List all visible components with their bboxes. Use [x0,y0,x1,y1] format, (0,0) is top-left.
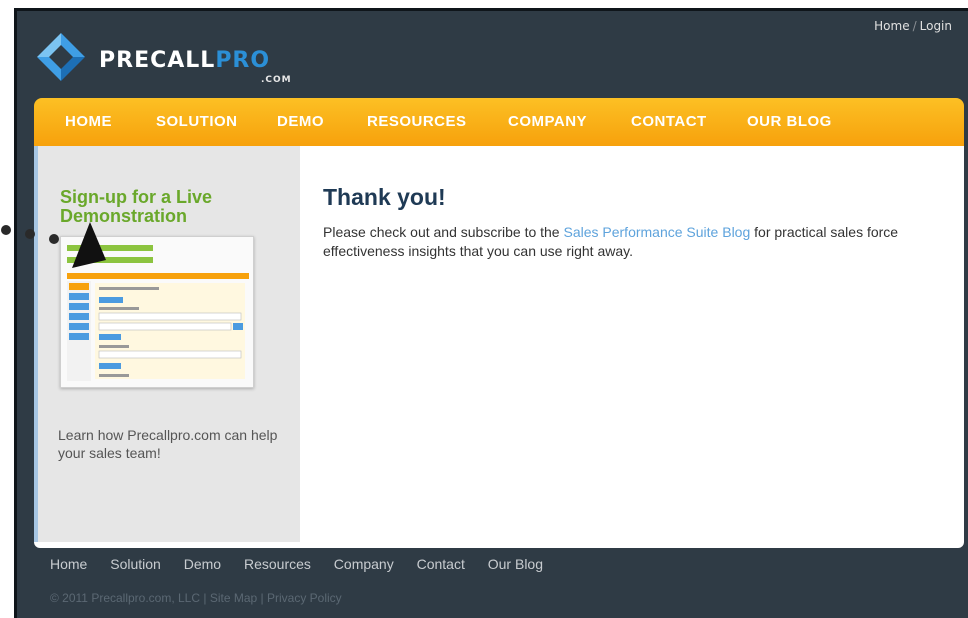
cursor-arrow-icon [72,222,106,268]
footer-nav: Home Solution Demo Resources Company Con… [50,556,562,572]
main-nav: HOME SOLUTION DEMO RESOURCES COMPANY CON… [34,98,964,146]
nav-item-resources[interactable]: RESOURCES [367,113,467,130]
footer-link-resources[interactable]: Resources [244,556,311,572]
footer-link-company[interactable]: Company [334,556,394,572]
content-area: Sign-up for a Live Demonstration Learn h… [34,146,964,542]
thank-you-message: Please check out and subscribe to the Sa… [323,223,953,261]
footer-link-demo[interactable]: Demo [184,556,221,572]
sitemap-link[interactable]: Site Map [210,591,257,605]
main-content: Thank you! Please check out and subscrib… [323,184,953,261]
content-bottom-edge [34,542,964,548]
footer-link-our-blog[interactable]: Our Blog [488,556,543,572]
footer-sep-1: | [200,591,210,605]
footer-link-solution[interactable]: Solution [110,556,161,572]
message-text-before: Please check out and subscribe to the [323,224,564,240]
nav-item-company[interactable]: COMPANY [508,113,587,130]
nav-item-contact[interactable]: CONTACT [631,113,707,130]
privacy-policy-link[interactable]: Privacy Policy [267,591,342,605]
nav-item-solution[interactable]: SOLUTION [156,113,238,130]
top-link-separator: / [912,19,917,33]
logo-wordmark: PRECALLPRO [99,48,270,73]
site-logo[interactable]: PRECALLPRO .COM [35,27,295,87]
sidebar-learn-text: Learn how Precallpro.com can help your s… [58,427,278,461]
logo-main-text: PRECALL [99,48,216,73]
nav-item-our-blog[interactable]: OUR BLOG [747,113,832,130]
top-link-home[interactable]: Home [874,19,909,33]
copyright-text: © 2011 Precallpro.com, LLC [50,591,201,605]
page-title: Thank you! [323,184,446,210]
nav-item-home[interactable]: HOME [65,113,112,130]
sidebar: Sign-up for a Live Demonstration Learn h… [38,146,300,542]
precallpro-logo-icon [37,33,85,81]
nav-item-demo[interactable]: DEMO [277,113,324,130]
footer-link-home[interactable]: Home [50,556,87,572]
top-link-login[interactable]: Login [920,19,952,33]
page-frame: PRECALLPRO .COM Home / Login HOME SOLUTION… [14,8,968,618]
footer-sep-2: | [257,591,267,605]
logo-accent-text: PRO [215,48,271,73]
logo-subtext: .COM [261,75,292,85]
blog-link[interactable]: Sales Performance Suite Blog [563,224,750,240]
footer-copyright: © 2011 Precallpro.com, LLC | Site Map | … [50,591,342,605]
footer-link-contact[interactable]: Contact [417,556,465,572]
top-links: Home / Login [874,19,952,33]
